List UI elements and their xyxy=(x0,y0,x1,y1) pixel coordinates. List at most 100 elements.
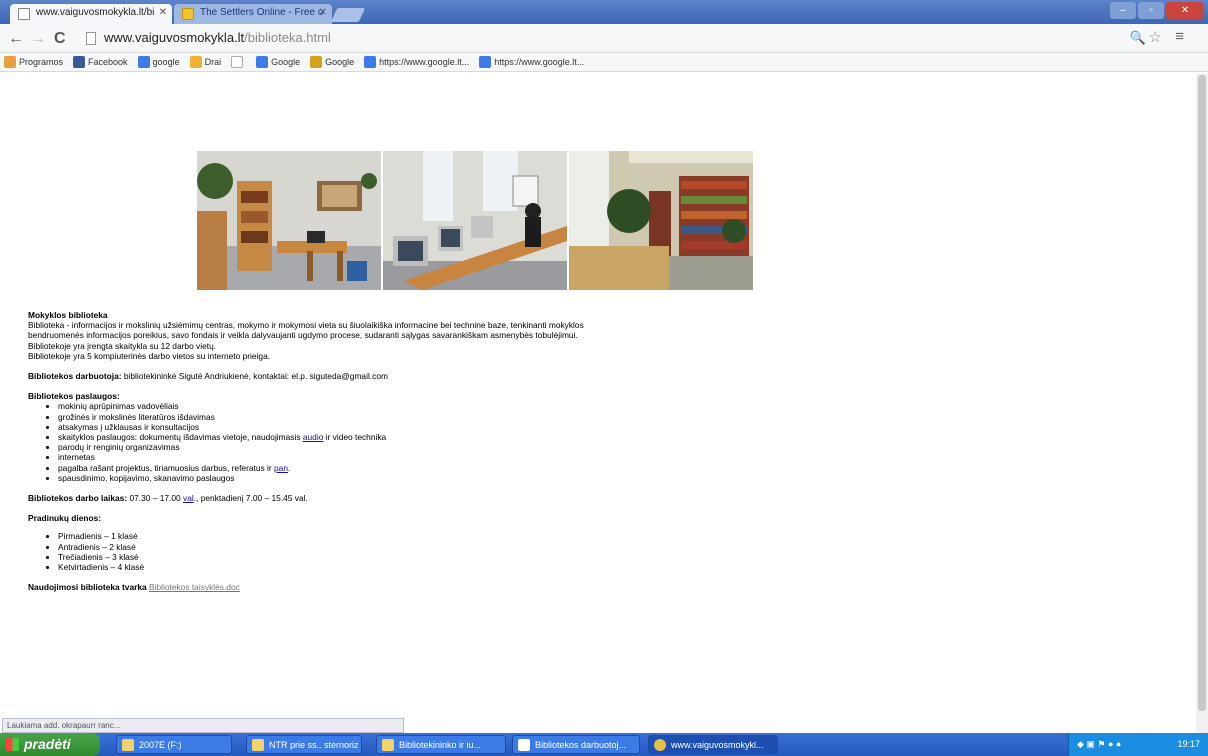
start-button[interactable]: pradėti xyxy=(0,733,100,756)
google-icon xyxy=(310,56,323,68)
bookmark-item[interactable]: Facebook xyxy=(73,56,128,68)
list-item: grožinės ir mokslinės literatūros išdavi… xyxy=(58,412,788,422)
rules-label: Naudojimosi biblioteka tvarka xyxy=(28,582,147,593)
tray-icons[interactable]: ◆ ▣ ⚑ ● ● xyxy=(1077,739,1121,749)
clock[interactable]: 19:17 xyxy=(1177,739,1200,749)
new-tab-button[interactable] xyxy=(330,8,366,22)
description-line: Biblioteka - informacijos ir mokslinių u… xyxy=(28,320,584,331)
library-info: Mokyklos biblioteka Biblioteka - informa… xyxy=(28,310,788,592)
tab-active[interactable]: www.vaiguvosmokykla.lt/bi ✕ xyxy=(10,4,172,24)
apps-icon xyxy=(4,56,16,68)
page-icon xyxy=(86,32,96,45)
working-hours: Bibliotekos darbo laikas: 07.30 – 17.00 … xyxy=(28,493,308,504)
window-controls: – ▫ ✕ xyxy=(1108,2,1204,19)
reload-icon[interactable]: C xyxy=(54,30,66,48)
bookmark-item[interactable]: Google xyxy=(256,56,300,68)
taskbar-item[interactable]: Bibliotekininko ir iu... xyxy=(376,735,506,754)
classes-list: Pirmadienis – 1 klasė Antradienis – 2 kl… xyxy=(58,531,788,572)
taskbar-item[interactable]: www.vaiguvosmokykl... xyxy=(648,735,778,754)
worker-label: Bibliotekos darbuotoja: xyxy=(28,371,122,382)
vertical-scrollbar[interactable] xyxy=(1196,73,1208,733)
worker-info: Bibliotekos darbuotoja: bibliotekininkė … xyxy=(28,371,788,381)
bookmark-item[interactable] xyxy=(231,56,246,68)
library-photos xyxy=(197,151,755,290)
browser-toolbar: ← → C www.vaiguvosmokykla.lt/biblioteka.… xyxy=(0,24,1208,53)
list-item: Antradienis – 2 klasė xyxy=(58,542,788,552)
bookmark-item[interactable]: google xyxy=(137,56,180,68)
list-item: mokinių aprūpinimas vadovėliais xyxy=(58,401,788,411)
description-line: bendruomenės informacijos poreikius, sav… xyxy=(28,330,578,341)
tab-close-icon[interactable]: ✕ xyxy=(319,7,327,18)
pan-link[interactable]: pan xyxy=(274,463,288,473)
bookmark-item[interactable]: Google xyxy=(310,56,354,68)
tab-inactive[interactable]: The Settlers Online - Free o ✕ xyxy=(174,4,332,24)
list-item: internetas xyxy=(58,452,788,462)
worker-text: bibliotekininkė Sigutė Andriukienė, kont… xyxy=(123,371,388,382)
windows-taskbar: pradėti 2007E (F:) NTR prie ss.. sternor… xyxy=(0,733,1208,756)
bookmarks-bar: Programos Facebook google Drai Google Go… xyxy=(0,53,1208,72)
system-tray: ◆ ▣ ⚑ ● ● 19:17 xyxy=(1068,733,1208,756)
list-item: pagalba rašant projektus, tiriamuosius d… xyxy=(58,463,788,473)
page-content: Mokyklos biblioteka Biblioteka - informa… xyxy=(0,73,1196,733)
minimize-button[interactable]: – xyxy=(1110,2,1136,19)
menu-icon[interactable]: ≡ xyxy=(1175,28,1184,45)
folder-icon xyxy=(252,739,264,751)
list-item: Pirmadienis – 1 klasė xyxy=(58,531,788,541)
val-link[interactable]: val xyxy=(183,493,194,503)
google-icon xyxy=(256,56,269,68)
drive-icon xyxy=(122,739,134,751)
services-list: mokinių aprūpinimas vadovėliais grožinės… xyxy=(58,401,788,483)
url-text: www.vaiguvosmokykla.lt/biblioteka.html xyxy=(104,30,331,45)
classes-title: Pradinukų dienos: xyxy=(28,513,102,524)
list-item: spausdinimo, kopijavimo, skanavimo pasla… xyxy=(58,473,788,483)
section-title: Mokyklos biblioteka xyxy=(28,310,108,320)
document-icon xyxy=(518,739,530,751)
tab-title: www.vaiguvosmokykla.lt/bi xyxy=(36,7,155,18)
library-photo-computers xyxy=(383,151,567,290)
tab-title: The Settlers Online - Free o xyxy=(200,7,324,18)
forward-arrow-icon[interactable]: → xyxy=(30,30,46,48)
rules-line: Naudojimosi biblioteka tvarka Biblioteko… xyxy=(28,582,788,592)
drive-icon xyxy=(189,56,202,68)
address-bar[interactable]: www.vaiguvosmokykla.lt/biblioteka.html 🔍… xyxy=(80,28,1188,49)
list-item: Ketvirtadienis – 4 klasė xyxy=(58,562,788,572)
library-photo-shelves xyxy=(569,151,753,290)
bookmark-item[interactable]: https://www.google.lt... xyxy=(479,56,584,68)
bookmark-item[interactable]: https://www.google.lt... xyxy=(364,56,469,68)
audio-link[interactable]: audio xyxy=(303,432,324,442)
folder-icon xyxy=(382,739,394,751)
google-icon xyxy=(479,56,492,68)
description-line: Bibliotekoje yra įrengta skaitykla su 12… xyxy=(28,340,217,351)
zoom-icon[interactable]: 🔍 xyxy=(1130,30,1146,46)
bookmark-item[interactable]: Programos xyxy=(4,56,63,68)
back-arrow-icon[interactable]: ← xyxy=(8,30,24,48)
services-title: Bibliotekos paslaugos: xyxy=(28,391,120,402)
rules-document-link[interactable]: Bibliotekos taisyklės.doc xyxy=(149,582,240,592)
chrome-icon xyxy=(654,739,666,751)
list-item: skaityklos paslaugos: dokumentų išdavima… xyxy=(58,432,788,442)
tab-close-icon[interactable]: ✕ xyxy=(159,7,167,18)
title-bar: www.vaiguvosmokykla.lt/bi ✕ The Settlers… xyxy=(0,0,1208,24)
page-favicon-icon xyxy=(18,8,30,20)
blank-page-icon xyxy=(231,56,244,68)
bookmark-item[interactable]: Drai xyxy=(189,56,221,68)
list-item: atsakymas į užklausas ir konsultacijos xyxy=(58,422,788,432)
scrollbar-thumb[interactable] xyxy=(1198,75,1206,711)
facebook-icon xyxy=(73,56,86,68)
list-item: parodų ir renginių organizavimas xyxy=(58,442,788,452)
maximize-button[interactable]: ▫ xyxy=(1138,2,1164,19)
taskbar-item[interactable]: NTR prie ss.. sternoriz xyxy=(246,735,362,754)
status-bubble: Laukiama add. okrapaurr ranc... xyxy=(2,718,404,733)
bookmark-star-icon[interactable]: ☆ xyxy=(1149,28,1162,46)
taskbar-item[interactable]: Bibliotekos darbuotoj... xyxy=(512,735,640,754)
hours-label: Bibliotekos darbo laikas: xyxy=(28,493,128,504)
game-favicon-icon xyxy=(182,8,194,20)
description-line: Bibliotekoje yra 5 kompiuterinės darbo v… xyxy=(28,350,271,361)
windows-logo-icon xyxy=(6,738,19,751)
google-icon xyxy=(137,56,150,68)
library-photo-reading-room xyxy=(197,151,381,290)
close-window-button[interactable]: ✕ xyxy=(1166,2,1204,19)
google-icon xyxy=(364,56,377,68)
taskbar-item[interactable]: 2007E (F:) xyxy=(116,735,232,754)
list-item: Trečiadienis – 3 klasė xyxy=(58,552,788,562)
